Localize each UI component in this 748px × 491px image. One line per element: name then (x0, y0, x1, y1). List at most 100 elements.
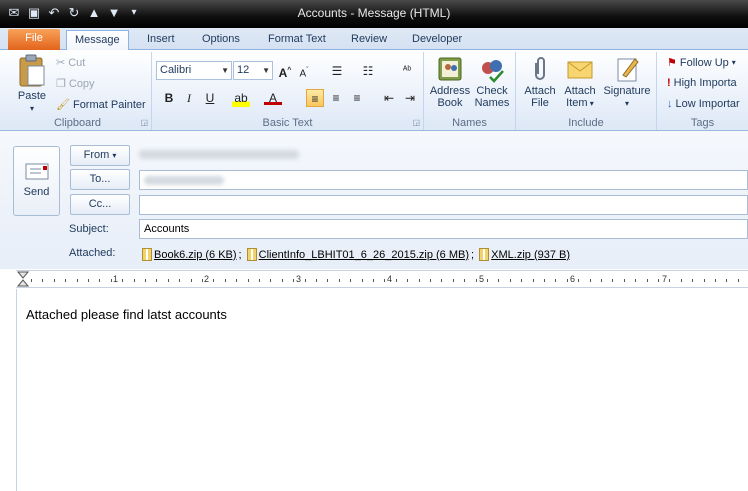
tab-file[interactable]: File (8, 29, 60, 50)
tab-message[interactable]: Message (66, 30, 129, 51)
signature-button[interactable]: Signature ▾ (602, 55, 652, 110)
underline-icon[interactable]: U (201, 89, 219, 107)
font-name-combo[interactable]: Calibri ▼ (156, 61, 232, 80)
attachment-name: Book6.zip (6 KB) (154, 248, 237, 261)
clipboard-launcher-icon[interactable]: ◲ (140, 118, 148, 127)
indent-marker-icon[interactable] (17, 271, 29, 287)
grow-font-icon[interactable]: A^ (276, 62, 294, 80)
ruler-tick (293, 279, 295, 282)
ruler-tick (202, 279, 203, 282)
decrease-indent-icon[interactable]: ⇤ (380, 89, 398, 107)
align-right-icon[interactable]: ≡ (348, 89, 366, 107)
shrink-font-icon[interactable]: Aˇ (295, 62, 313, 80)
address-book-icon (438, 57, 462, 81)
cut-button[interactable]: ✂ Cut (56, 56, 85, 70)
address-book-label-1: Address (429, 85, 471, 97)
ruler-mark: 5 (479, 274, 485, 284)
ruler-mark: 3 (296, 274, 302, 284)
down-arrow-icon: ↓ (667, 98, 673, 110)
check-names-button[interactable]: Check Names (472, 55, 512, 109)
message-body[interactable]: Attached please find latst accounts (16, 289, 748, 491)
tab-developer[interactable]: Developer (404, 30, 470, 50)
from-address-redacted (139, 150, 299, 159)
low-importance-button[interactable]: ↓ Low Importar (667, 98, 740, 110)
subject-field[interactable]: Accounts (139, 219, 748, 239)
cc-button[interactable]: Cc... (70, 194, 130, 215)
align-center-icon[interactable]: ≡ (327, 89, 345, 107)
italic-icon[interactable]: I (180, 89, 198, 107)
ruler-tick (441, 279, 443, 282)
numbering-icon[interactable]: ☷ (359, 62, 377, 80)
tab-insert[interactable]: Insert (139, 30, 183, 50)
cc-field[interactable] (139, 195, 748, 215)
attach-file-button[interactable]: Attach File (520, 55, 560, 109)
attach-item-label-2: Item (566, 97, 588, 109)
ruler-tick (361, 279, 363, 282)
ruler-tick (53, 279, 55, 282)
ruler-mark: 2 (204, 274, 210, 284)
tags-group-label: Tags (690, 117, 715, 129)
window-title: Accounts - Message (HTML) (297, 6, 451, 20)
basic-text-group: Calibri ▼ 12 ▼ A^ Aˇ ☰ ☷ ᴬᵇ B I U ab A ≡… (152, 52, 424, 130)
signature-dropdown-icon[interactable]: ▾ (625, 99, 629, 108)
font-size-combo[interactable]: 12 ▼ (233, 61, 273, 80)
scissors-icon: ✂ (56, 57, 66, 69)
copy-button[interactable]: ❐ Copy (56, 77, 95, 91)
ruler-tick (395, 279, 397, 282)
basic-text-launcher-icon[interactable]: ◲ (412, 118, 420, 127)
left-margin (0, 289, 16, 491)
tab-format-text[interactable]: Format Text (260, 30, 334, 50)
address-book-button[interactable]: Address Book (428, 55, 472, 109)
ruler-tick (555, 279, 557, 282)
send-button[interactable]: Send (13, 146, 60, 216)
ruler-tick (156, 279, 158, 282)
paste-button[interactable]: Paste ▾ (12, 54, 52, 115)
ruler-tick (179, 279, 181, 282)
ruler-tick (669, 279, 671, 282)
align-left-icon[interactable]: ≡ (306, 89, 324, 107)
to-button[interactable]: To... (70, 169, 130, 190)
follow-up-button[interactable]: ⚑ Follow Up ▾ (667, 56, 736, 70)
ruler-tick (31, 279, 32, 282)
increase-indent-icon[interactable]: ⇥ (401, 89, 419, 107)
zip-file-icon (142, 248, 152, 261)
font-name-dropdown-icon[interactable]: ▼ (221, 62, 229, 79)
from-button[interactable]: From ▾ (70, 145, 130, 166)
format-painter-button[interactable]: 🖌 Format Painter (56, 98, 146, 112)
clear-formatting-icon[interactable]: ᴬᵇ (398, 62, 416, 80)
ribbon: Paste ▾ ✂ Cut ❐ Copy 🖌 Format Painter Cl… (0, 50, 748, 131)
ruler-tick (692, 279, 694, 282)
font-size-dropdown-icon[interactable]: ▼ (262, 62, 270, 79)
ruler-tick (407, 279, 409, 282)
ruler-tick (475, 279, 477, 282)
bold-icon[interactable]: B (160, 89, 178, 107)
highlight-color-icon[interactable]: ab (232, 89, 250, 107)
tab-review[interactable]: Review (343, 30, 395, 50)
attach-item-label-1: Attach (564, 85, 596, 97)
ruler-tick (452, 279, 454, 282)
attach-item-button[interactable]: Attach Item ▾ (560, 55, 600, 110)
follow-up-dropdown-icon[interactable]: ▾ (732, 58, 736, 67)
attachment-name: ClientInfo_LBHIT01_6_26_2015.zip (6 MB) (258, 248, 470, 261)
attach-item-dropdown-icon[interactable]: ▾ (588, 99, 594, 108)
ruler-tick (247, 279, 249, 282)
attachment-item[interactable]: Book6.zip (6 KB); (142, 248, 247, 261)
ruler-mark: 6 (570, 274, 576, 284)
ruler-mark: 7 (662, 274, 668, 284)
font-color-icon[interactable]: A (264, 89, 282, 105)
ruler-tick (99, 279, 101, 282)
ruler-tick (544, 279, 545, 282)
attachment-item[interactable]: XML.zip (937 B) (479, 248, 570, 261)
attachment-item[interactable]: ClientInfo_LBHIT01_6_26_2015.zip (6 MB); (246, 248, 479, 261)
signature-label: Signature (603, 85, 651, 97)
high-importance-button[interactable]: ! High Importa (667, 77, 737, 89)
to-field[interactable] (139, 170, 748, 190)
names-group-label: Names (452, 117, 487, 129)
ruler-tick (259, 279, 260, 282)
bullets-icon[interactable]: ☰ (328, 62, 346, 80)
ruler-tick (76, 279, 78, 282)
tab-options[interactable]: Options (194, 30, 248, 50)
paste-dropdown-icon[interactable]: ▾ (30, 104, 34, 113)
ruler-tick (133, 279, 135, 282)
ruler-tick (578, 279, 580, 282)
